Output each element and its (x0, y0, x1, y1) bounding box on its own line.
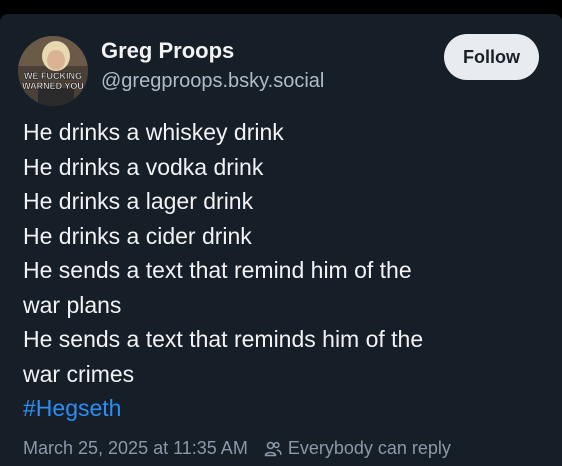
post-line: He drinks a lager drink (23, 188, 254, 214)
avatar-image: WE FUCKING WARNED YOU (18, 36, 88, 106)
post-line: He sends a text that remind him of the (23, 257, 412, 283)
author-handle[interactable]: @gregproops.bsky.social (101, 70, 324, 93)
post-line: He sends a text that reminds him of the (23, 326, 424, 352)
post-timestamp[interactable]: March 25, 2025 at 11:35 AM (23, 438, 248, 459)
follow-button[interactable]: Follow (444, 34, 539, 80)
post-text: He drinks a whiskey drink He drinks a vo… (23, 115, 543, 426)
post-line: war plans (23, 291, 122, 318)
people-icon (264, 441, 282, 456)
author-name[interactable]: Greg Proops (101, 38, 234, 64)
avatar-text-line1: WE FUCKING (24, 71, 82, 81)
hashtag-link[interactable]: #Hegseth (23, 391, 543, 426)
post-line: war crimes (23, 360, 135, 387)
avatar[interactable]: WE FUCKING WARNED YOU (18, 36, 88, 106)
avatar-text-line2: WARNED YOU (22, 81, 84, 91)
post-meta: March 25, 2025 at 11:35 AM Everybody can… (23, 438, 451, 459)
reply-setting[interactable]: Everybody can reply (288, 438, 451, 459)
post-line: He drinks a whiskey drink (23, 119, 284, 145)
post-line: He drinks a vodka drink (23, 153, 264, 180)
post-card: WE FUCKING WARNED YOU Greg Proops @gregp… (0, 14, 562, 466)
post-line: He drinks a cider drink (23, 222, 252, 249)
